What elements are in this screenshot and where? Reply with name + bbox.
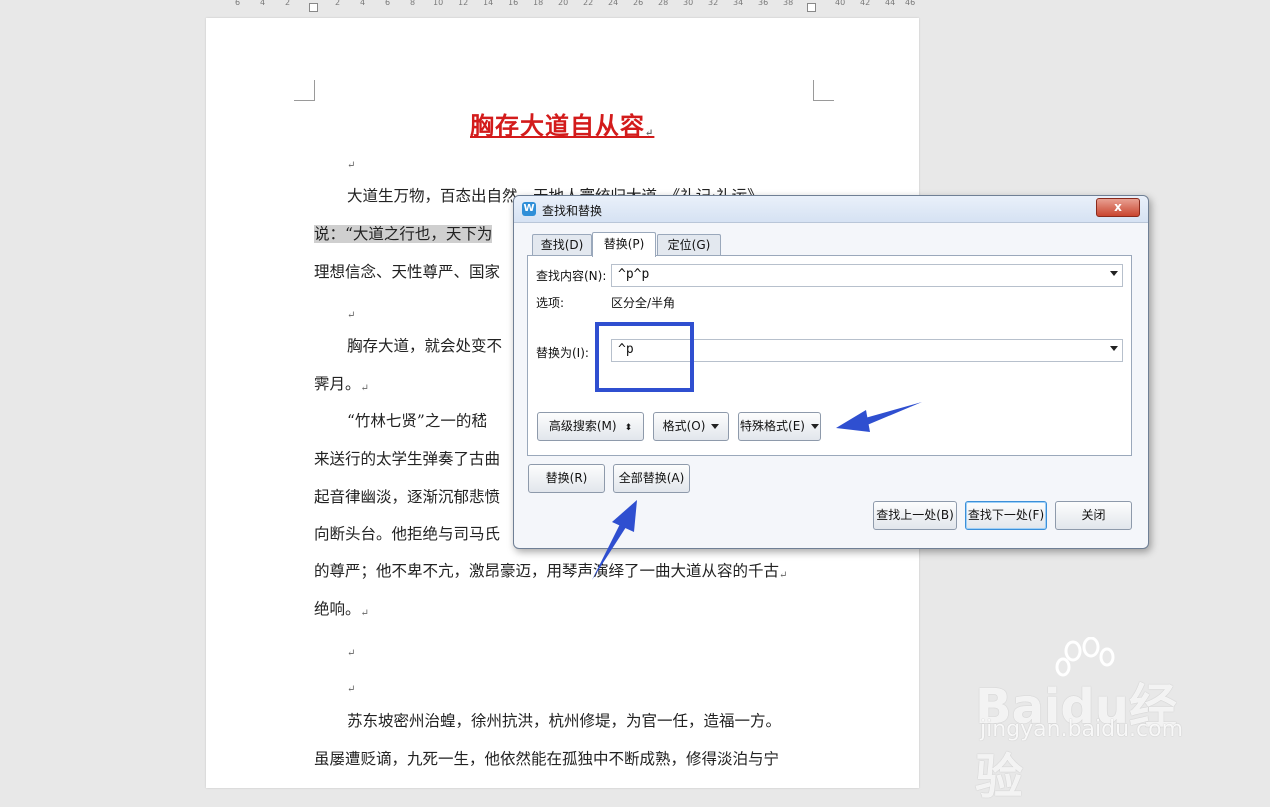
ruler-tick: 24 [608,0,619,7]
watermark-url: jingyan.baidu.com [980,717,1184,742]
text-line: 起音律幽淡，逐渐沉郁悲愤 [314,488,501,506]
text-line: 来送行的太学生弹奏了古曲 [314,450,501,468]
find-label: 查找内容(N): [536,269,607,283]
ruler-tick: 32 [708,0,719,7]
text-line: 向断头台。他拒绝与司马氏 [314,525,501,543]
text-line: 虽屡遭贬谪，九死一生，他依然能在孤独中不断成熟，修得淡泊与宁 [314,750,780,768]
text-line: 的尊严；他不卑不亢，激昂豪迈，用琴声演绎了一曲大道从容的千古↵ [314,562,788,581]
text-line: 绝响。↵ [314,600,369,619]
ruler-tick: 6 [235,0,241,7]
close-button[interactable]: 关闭 [1055,501,1132,530]
empty-paragraph: ↵ [347,310,356,321]
ruler-tick: 34 [733,0,744,7]
margin-corner-top-right [813,80,834,101]
text-line: 苏东坡密州治蝗，徐州抗洪，杭州修堤，为官一任，造福一方。 [347,712,782,730]
advanced-search-button[interactable]: 高级搜索(M) ⬍ [537,412,644,441]
chevron-down-icon [711,424,720,429]
find-next-button[interactable]: 查找下一处(F) [965,501,1047,530]
text-line: 霁月。↵ [314,375,369,394]
ruler-tick: 16 [508,0,519,7]
replace-button[interactable]: 替换(R) [528,464,605,493]
text-line: “竹林七贤”之一的嵇 [347,412,487,430]
ruler-tick: 4 [260,0,266,7]
ruler-tick: 38 [783,0,794,7]
ruler-tick: 30 [683,0,694,7]
close-icon[interactable]: x [1096,198,1140,217]
ruler-tick: 18 [533,0,544,7]
ruler-tick: 12 [458,0,469,7]
options-label: 选项: [536,296,565,310]
up-down-icon: ⬍ [624,423,633,433]
baidu-watermark: Baidu经验 jingyan.baidu.com [975,635,1205,805]
replace-label: 替换为(I): [536,346,589,360]
special-format-button[interactable]: 特殊格式(E) [738,412,821,441]
find-previous-button[interactable]: 查找上一处(B) [873,501,957,530]
ruler-tick: 26 [633,0,644,7]
tab-find[interactable]: 查找(D) [532,234,592,256]
replace-all-button[interactable]: 全部替换(A) [613,464,690,493]
tab-goto[interactable]: 定位(G) [657,234,721,256]
ruler-tick: 4 [360,0,366,7]
ruler-tick: 44 [885,0,896,7]
indent-marker[interactable] [309,3,318,12]
tab-replace[interactable]: 替换(P) [592,232,656,257]
options-value: 区分全/半角 [611,296,676,310]
find-value: ^p^p [618,267,650,282]
text-line: 胸存大道，就会处变不 [347,337,503,355]
document-title: 胸存大道自从容↵ [470,111,655,140]
annotation-highlight-box [595,322,694,392]
empty-paragraph: ↵ [347,160,356,171]
ruler-tick: 2 [335,0,341,7]
chevron-down-icon[interactable] [1110,346,1118,351]
ruler-tick: 40 [835,0,846,7]
empty-paragraph: ↵ [347,684,356,695]
find-input[interactable]: ^p^p [611,264,1123,287]
ruler-tick: 28 [658,0,669,7]
dialog-titlebar[interactable]: W 查找和替换 x [514,196,1148,223]
ruler-tick: 46 [905,0,916,7]
ruler-tick: 6 [385,0,391,7]
ruler-tick: 22 [583,0,594,7]
ruler-tick: 42 [860,0,871,7]
ruler-tick: 14 [483,0,494,7]
format-button[interactable]: 格式(O) [653,412,729,441]
chevron-down-icon [810,424,819,429]
ruler-tick: 8 [410,0,416,7]
dialog-title: 查找和替换 [542,204,603,218]
horizontal-ruler: 6 4 2 2 4 6 8 10 12 14 16 18 20 22 24 26… [205,0,920,12]
text-line: 说：“大道之行也，天下为 [314,225,493,243]
margin-corner-top-left [294,80,315,101]
empty-paragraph: ↵ [347,648,356,659]
indent-marker[interactable] [807,3,816,12]
ruler-tick: 10 [433,0,444,7]
ruler-tick: 2 [285,0,291,7]
wps-writer-icon: W [522,202,536,216]
text-line: 理想信念、天性尊严、国家 [314,263,501,281]
chevron-down-icon[interactable] [1110,271,1118,276]
ruler-tick: 36 [758,0,769,7]
ruler-tick: 20 [558,0,569,7]
